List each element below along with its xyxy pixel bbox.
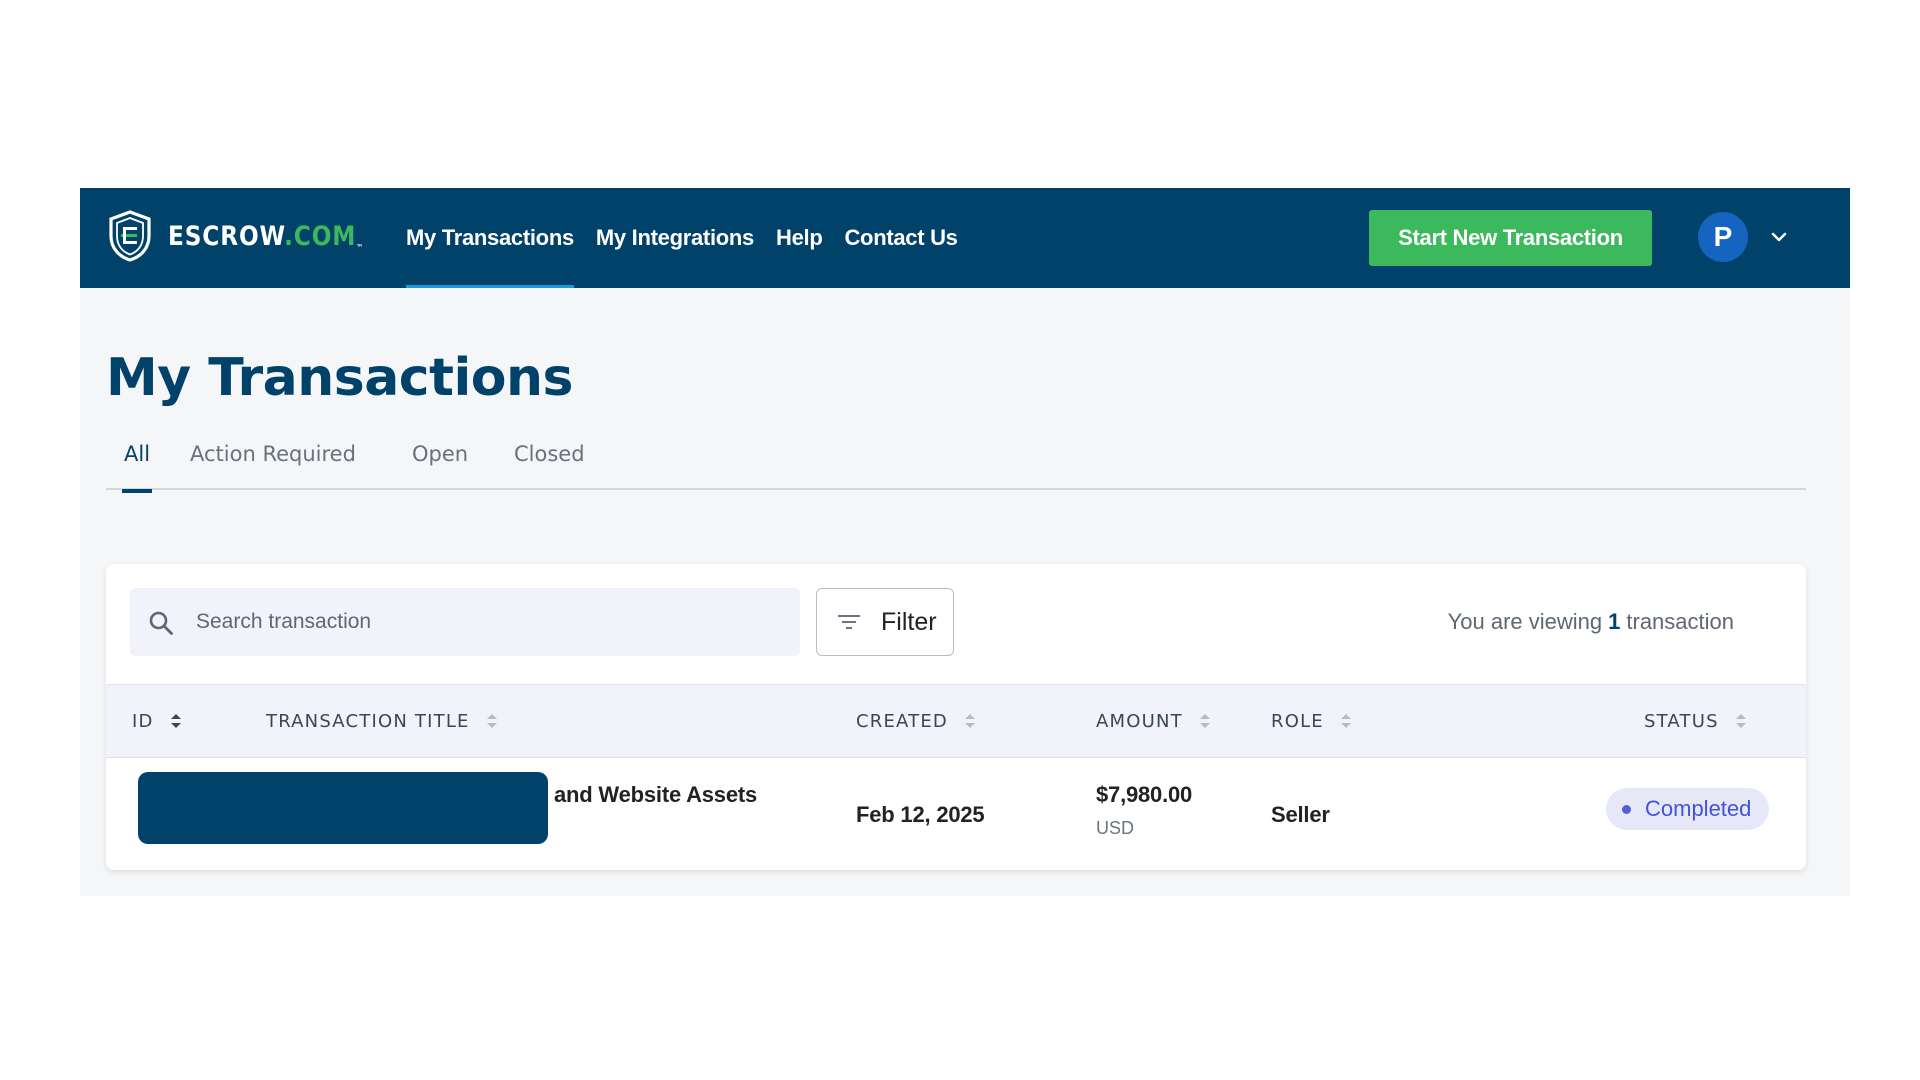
filter-label: Filter (881, 607, 937, 636)
viewing-count-text: You are viewing 1 transaction (1448, 588, 1734, 656)
column-header-id[interactable]: ID (132, 685, 182, 757)
viewing-suffix: transaction (1626, 609, 1734, 634)
column-header-created[interactable]: CREATED (856, 685, 976, 757)
table-header: ID TRANSACTION TITLE CREATED AMOUNT ROLE… (106, 684, 1806, 758)
table-row[interactable]: and Website Assets Feb 12, 2025 $7,980.0… (106, 758, 1806, 870)
top-navbar: ESCROW.COM™ My Transactions My Integrati… (80, 188, 1850, 288)
tab-open[interactable]: Open (412, 442, 468, 490)
search-box (130, 588, 800, 656)
amount-value: $7,980.00 (1096, 782, 1193, 807)
column-header-title[interactable]: TRANSACTION TITLE (266, 685, 498, 757)
viewing-prefix: You are viewing (1447, 609, 1603, 634)
filter-button[interactable]: Filter (816, 588, 954, 656)
role-value: Seller (1271, 802, 1330, 827)
escrow-logo[interactable]: ESCROW.COM™ (106, 208, 396, 264)
sort-icon (486, 714, 497, 728)
filter-icon (838, 615, 860, 629)
column-header-status[interactable]: STATUS (1644, 685, 1747, 757)
tab-action-required[interactable]: Action Required (190, 442, 356, 490)
column-label-amount: AMOUNT (1096, 710, 1183, 732)
sort-icon (1199, 714, 1210, 728)
column-label-role: ROLE (1271, 710, 1324, 732)
search-input[interactable] (196, 588, 786, 656)
sort-icon (1340, 714, 1351, 728)
status-badge: Completed (1606, 788, 1770, 830)
created-date: Feb 12, 2025 (856, 802, 985, 827)
nav-my-transactions[interactable]: My Transactions (406, 188, 574, 288)
transaction-title[interactable]: and Website Assets (554, 782, 757, 808)
redacted-block (138, 772, 548, 844)
logo-wordmark: ESCROW.COM™ (168, 220, 365, 252)
viewing-count: 1 (1608, 609, 1621, 634)
start-new-transaction-button[interactable]: Start New Transaction (1369, 210, 1652, 266)
transaction-tabs: All Action Required Open Closed (106, 442, 1806, 493)
shield-logo-icon (109, 210, 151, 262)
status-text: Completed (1645, 796, 1752, 821)
tab-closed[interactable]: Closed (514, 442, 585, 490)
search-icon (149, 611, 173, 635)
column-label-status: STATUS (1644, 710, 1719, 732)
nav-help[interactable]: Help (776, 188, 823, 288)
status-dot (1622, 804, 1631, 814)
user-avatar[interactable]: P (1698, 212, 1748, 262)
column-label-id: ID (132, 710, 154, 732)
nav-contact-us[interactable]: Contact Us (844, 188, 957, 288)
column-label-created: CREATED (856, 710, 948, 732)
sort-icon (1735, 714, 1746, 728)
amount-currency: USD (1096, 818, 1135, 838)
column-label-title: TRANSACTION TITLE (266, 710, 470, 732)
nav-my-integrations[interactable]: My Integrations (596, 188, 754, 288)
column-header-amount[interactable]: AMOUNT (1096, 685, 1211, 757)
page-title: My Transactions (106, 348, 574, 408)
transactions-card: Filter You are viewing 1 transaction ID … (106, 564, 1806, 870)
sort-icon (170, 714, 181, 728)
column-header-role[interactable]: ROLE (1271, 685, 1352, 757)
app-frame: ESCROW.COM™ My Transactions My Integrati… (80, 188, 1850, 896)
chevron-down-icon[interactable] (1768, 226, 1790, 248)
main-nav: My Transactions My Integrations Help Con… (406, 188, 980, 288)
tab-all[interactable]: All (121, 442, 153, 493)
sort-icon (965, 714, 975, 728)
